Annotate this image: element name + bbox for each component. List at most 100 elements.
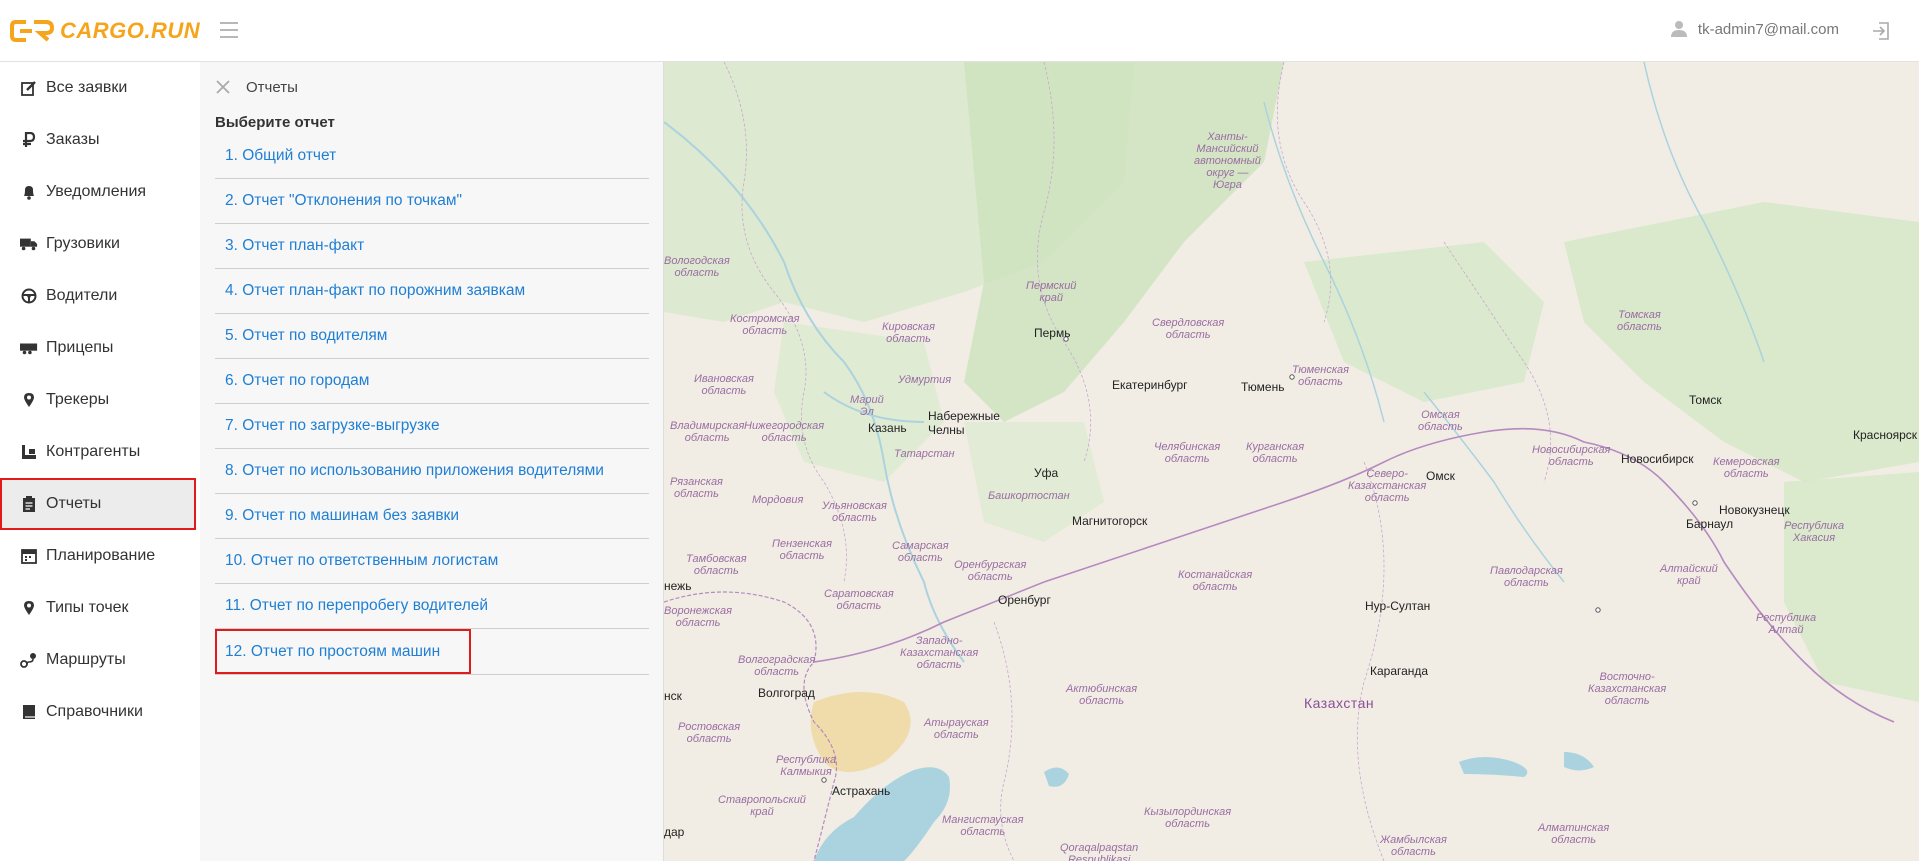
trailer-icon (20, 339, 38, 357)
map-region-label: Владимирская область (670, 420, 745, 444)
map-city-label: Барнаул (1686, 517, 1734, 531)
map-region-label: Тамбовская область (686, 553, 747, 577)
close-icon[interactable] (214, 78, 232, 96)
map-region-label: Кызылординская область (1144, 806, 1232, 830)
map-region-label: Атырауская область (924, 717, 989, 741)
sidebar-item-contractors[interactable]: Контрагенты (0, 426, 196, 478)
map-city-label: Омск (1426, 469, 1455, 483)
report-item-11[interactable]: 11. Отчет по перепробегу водителей (215, 584, 649, 629)
report-item-5[interactable]: 5. Отчет по водителям (215, 314, 649, 359)
logo-text: CARGO.RUN (60, 18, 201, 43)
top-header: CARGO.RUN tk-admin7@mail.com (0, 0, 1919, 62)
map-region-label: Ростовская область (678, 721, 741, 745)
burger-line (220, 22, 238, 24)
burger-line (220, 29, 238, 31)
map-region-label: Алтайский край (1660, 563, 1718, 587)
map-city-label: дар (664, 825, 685, 839)
sidebar-item-planning[interactable]: Планирование (0, 530, 196, 582)
map-region-label: Воронежская область (664, 605, 732, 629)
map-region-label: Кемеровская область (1713, 456, 1780, 480)
map-region-label: Западно- Казахстанская область (900, 635, 979, 671)
map-region-label: Республика Алтай (1756, 612, 1817, 636)
sidebar-item-reports[interactable]: Отчеты (0, 478, 196, 530)
sidebar-item-label: Типы точек (46, 599, 129, 616)
map-region-label: Восточно- Казахстанская область (1588, 671, 1667, 707)
map-region-label: Нижегородская область (744, 420, 825, 444)
panel-title: Отчеты (246, 78, 298, 96)
sidebar-item-trucks[interactable]: Грузовики (0, 218, 196, 270)
map-region-label: Марий Эл (850, 394, 884, 418)
map-region-label: Актюбинская область (1066, 683, 1138, 707)
map-city-label: Казань (868, 421, 907, 435)
sidebar-item-directories[interactable]: Справочники (0, 686, 196, 738)
sidebar-item-notifications[interactable]: Уведомления (0, 166, 196, 218)
sidebar-item-label: Заказы (46, 131, 100, 148)
logo[interactable]: CARGO.RUN (10, 18, 200, 44)
map-view[interactable]: Ханты- Мансийский автономный округ — Югра Во… (664, 62, 1919, 861)
map-region-label: Пермский край (1026, 280, 1077, 304)
sidebar-item-label: Водители (46, 287, 118, 304)
ruble-icon (20, 131, 38, 149)
sidebar-item-all-requests[interactable]: Все заявки (0, 62, 196, 114)
map-city-label: Волгоград (758, 686, 815, 700)
user-info[interactable]: tk-admin7@mail.com (1670, 20, 1839, 38)
map-region-label: Кировская область (882, 321, 936, 345)
map-city-label: Караганда (1370, 664, 1429, 678)
sidebar-item-label: Планирование (46, 547, 156, 564)
sidebar-item-label: Трекеры (46, 391, 110, 408)
report-item-7[interactable]: 7. Отчет по загрузке-выгрузке (215, 404, 649, 449)
report-item-10[interactable]: 10. Отчет по ответственным логистам (215, 539, 649, 584)
map-city-label: Новосибирск (1621, 452, 1694, 466)
report-item-1[interactable]: 1. Общий отчет (215, 134, 649, 179)
report-item-9[interactable]: 9. Отчет по машинам без заявки (215, 494, 649, 539)
map-region-label: Челябинская область (1154, 441, 1221, 465)
report-item-3[interactable]: 3. Отчет план-факт (215, 224, 649, 269)
map-region-label: Омская область (1418, 409, 1463, 433)
user-email: tk-admin7@mail.com (1697, 20, 1839, 38)
report-item-6[interactable]: 6. Отчет по городам (215, 359, 649, 404)
map-pin-icon (20, 599, 38, 617)
map-region-label: Павлодарская область (1490, 565, 1563, 589)
book-icon (20, 703, 38, 721)
sidebar-item-trackers[interactable]: Трекеры (0, 374, 196, 426)
map-region-label: Рязанская область (670, 476, 723, 500)
sidebar-item-trailers[interactable]: Прицепы (0, 322, 196, 374)
map-region-label: Башкортостан (988, 490, 1070, 502)
map-city-label: Пермь (1034, 326, 1071, 340)
sidebar-item-label: Уведомления (46, 183, 147, 200)
list-divider (215, 674, 649, 675)
map-region-label: Ивановская область (694, 373, 754, 397)
report-item-8[interactable]: 8. Отчет по использованию приложения вод… (215, 449, 649, 494)
edit-icon (20, 79, 38, 97)
logout-icon[interactable] (1871, 22, 1891, 40)
map-city-label: Тюмень (1241, 380, 1285, 394)
report-item-12[interactable]: 12. Отчет по простоям машин (215, 629, 471, 674)
sidebar-item-routes[interactable]: Маршруты (0, 634, 196, 686)
map-region-label: Курганская область (1246, 441, 1305, 465)
report-item-4[interactable]: 4. Отчет план-факт по порожним заявкам (215, 269, 649, 314)
map-city-label: Красноярск (1853, 428, 1918, 442)
contractors-icon (20, 443, 38, 461)
calendar-icon (20, 547, 38, 565)
sidebar-item-drivers[interactable]: Водители (0, 270, 196, 322)
truck-icon (20, 235, 38, 253)
sidebar-item-point-types[interactable]: Типы точек (0, 582, 196, 634)
menu-toggle-button[interactable] (220, 22, 238, 38)
map-city-label: Набережные Челны (928, 409, 1000, 437)
map-region-label: Новосибирская область (1532, 444, 1611, 468)
sidebar-item-label: Маршруты (46, 651, 126, 668)
sidebar-item-orders[interactable]: Заказы (0, 114, 196, 166)
map-region-label: Томская область (1617, 309, 1662, 333)
map-region-label: Мангистауская область (942, 814, 1024, 838)
bell-icon (20, 183, 38, 201)
map-region-label: Ставропольский край (718, 794, 806, 818)
map-region-label: Ульяновская область (822, 500, 887, 524)
map-city-label: Новокузнецк (1719, 503, 1790, 517)
sidebar-item-label: Грузовики (46, 235, 120, 252)
map-country-label: Казахстан (1304, 695, 1375, 711)
report-item-2[interactable]: 2. Отчет "Отклонения по точкам" (215, 179, 649, 224)
map-city-label: Оренбург (998, 593, 1051, 607)
sidebar: Все заявки Заказы Уведомления Грузовики … (0, 62, 200, 861)
map-city-label: Екатеринбург (1112, 378, 1188, 392)
map-region-label: Пензенская область (772, 538, 832, 562)
